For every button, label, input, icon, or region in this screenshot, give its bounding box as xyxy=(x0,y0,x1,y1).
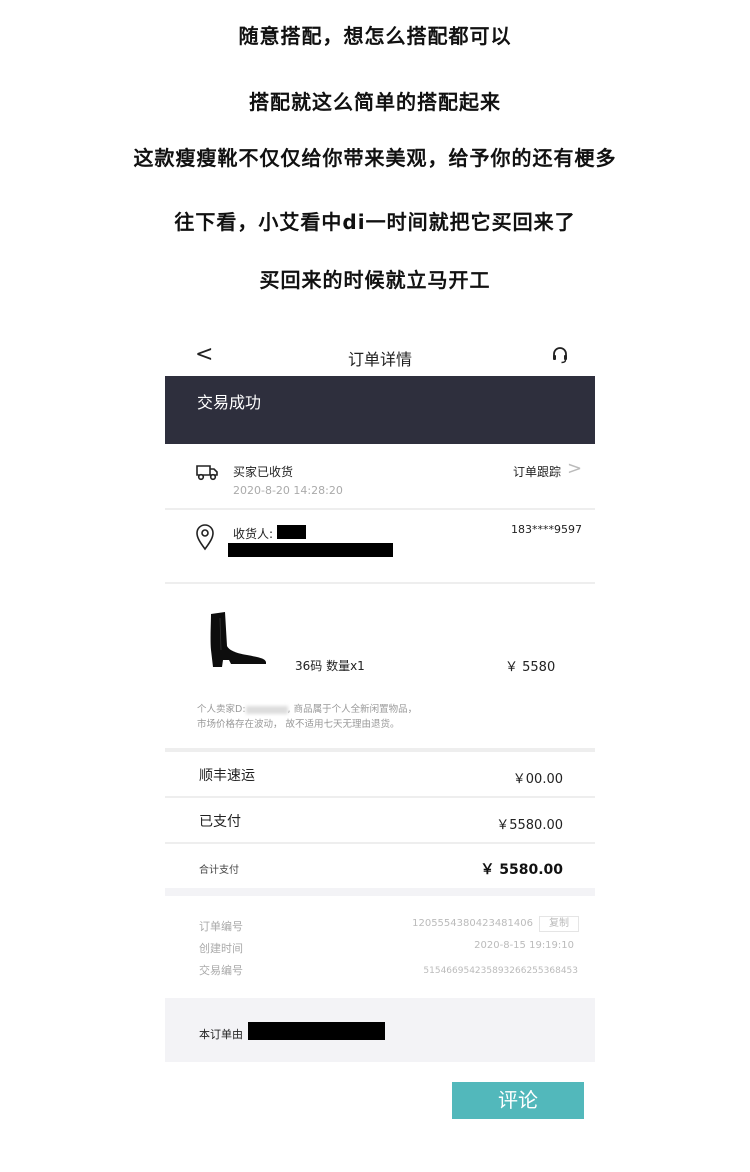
paid-row: 已支付 ￥5580.00 xyxy=(165,798,595,844)
seller-notice: 个人卖家D: , 商品属于个人全新闲置物品， 市场价格存在波动， 故不适用七天无理… xyxy=(197,702,457,732)
order-tracking-link[interactable]: 订单跟踪 xyxy=(513,463,561,480)
order-detail-screenshot: < 订单详情 交易成功 买家已收货 2020-8-20 14:28:20 订单跟… xyxy=(165,336,595,1066)
address-row: 收货人: 183****9597 xyxy=(165,512,595,584)
location-pin-icon xyxy=(196,524,214,551)
caption-line: 往下看，小艾看中di一时间就把它买回来了 xyxy=(174,210,576,234)
redacted-shop-name xyxy=(248,1022,385,1040)
caption-line: 这款瘦瘦靴不仅仅给你带来美观，给予你的还有梗多 xyxy=(133,146,617,170)
product-price: ￥ 5580 xyxy=(505,660,556,675)
page-title: 订单详情 xyxy=(347,350,412,369)
delivery-time: 2020-8-20 14:28:20 xyxy=(233,484,343,497)
product-row[interactable]: 36码 数量x1 ￥ 5580 个人卖家D: , 商品属于个人全新闲置物品， 市场… xyxy=(165,584,595,748)
status-text: 交易成功 xyxy=(197,393,262,412)
delivery-status: 买家已收货 xyxy=(233,465,294,479)
fee-value: ￥00.00 xyxy=(512,772,563,787)
total-value: ￥ 5580.00 xyxy=(480,862,563,878)
order-number-value: 1205554380423481406 xyxy=(412,918,533,929)
caption-line: 买回来的时候就立马开工 xyxy=(259,268,491,292)
total-row: 合计支付 ￥ 5580.00 xyxy=(165,844,595,888)
product-spec: 36码 数量x1 xyxy=(295,659,365,673)
blurred-seller-id xyxy=(245,705,288,714)
order-by-row: 本订单由 xyxy=(165,998,595,1062)
order-number-label: 订单编号 xyxy=(199,920,243,933)
caption-line: 搭配就这么简单的搭配起来 xyxy=(249,90,501,114)
fee-label: 已支付 xyxy=(199,814,241,830)
chevron-right-icon: > xyxy=(567,458,583,479)
notice-line2: 市场价格存在波动， 故不适用七天无理由退货。 xyxy=(197,719,400,730)
order-info-block: 订单编号 1205554380423481406 复制 创建时间 2020-8-… xyxy=(165,888,595,998)
truck-icon xyxy=(196,465,218,481)
boot-product-image xyxy=(210,612,266,667)
fee-value: ￥5580.00 xyxy=(496,818,563,833)
created-time-value: 2020-8-15 19:19:10 xyxy=(474,940,574,951)
shipping-fee-row: 顺丰速运 ￥00.00 xyxy=(165,752,595,798)
notice-middle: , 商品属于个人全新闲置物品， xyxy=(287,704,418,715)
total-label: 合计支付 xyxy=(199,865,239,876)
copy-button[interactable]: 复制 xyxy=(539,916,579,932)
transaction-number-value: 515466954235893266255368453 xyxy=(423,966,578,976)
fee-label: 顺丰速运 xyxy=(199,768,255,784)
notice-prefix: 个人卖家D: xyxy=(197,704,246,715)
delivery-row[interactable]: 买家已收货 2020-8-20 14:28:20 订单跟踪 > xyxy=(165,444,595,510)
order-by-label: 本订单由 xyxy=(199,1028,243,1041)
receiver-label: 收货人: xyxy=(233,527,274,541)
created-time-label: 创建时间 xyxy=(199,942,243,955)
caption-line: 随意搭配，想怎么搭配都可以 xyxy=(238,24,512,48)
receiver-phone: 183****9597 xyxy=(511,523,582,536)
nav-bar: < 订单详情 xyxy=(165,336,595,376)
status-banner: 交易成功 xyxy=(165,376,595,444)
review-button[interactable]: 评论 xyxy=(452,1082,584,1119)
redacted-receiver-name xyxy=(277,525,306,539)
headset-icon[interactable] xyxy=(551,346,569,364)
transaction-number-label: 交易编号 xyxy=(199,964,243,977)
redacted-address xyxy=(228,543,393,557)
